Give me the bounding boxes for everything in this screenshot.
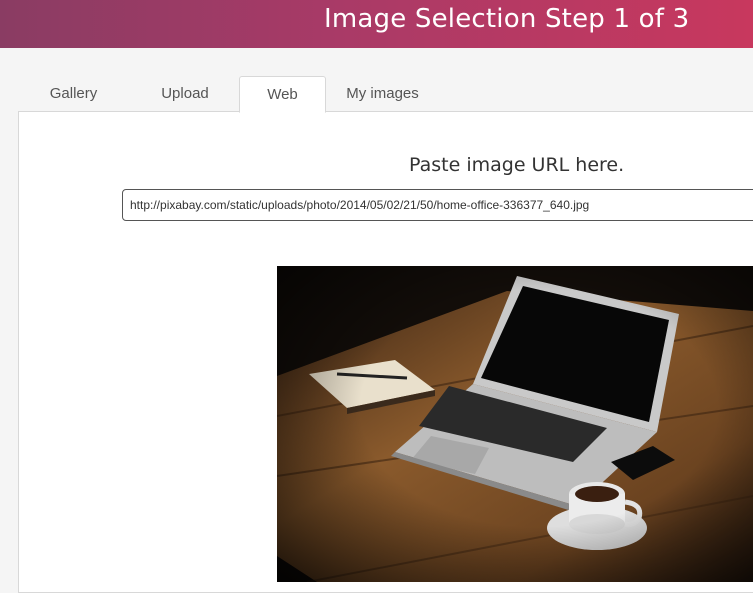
page-title: Image Selection Step 1 of 3 bbox=[324, 4, 690, 34]
header-bar: Image Selection Step 1 of 3 bbox=[0, 0, 753, 48]
tab-web[interactable]: Web bbox=[239, 76, 326, 113]
tab-my-images[interactable]: My images bbox=[325, 76, 440, 111]
laptop-photo bbox=[276, 266, 753, 583]
tab-upload[interactable]: Upload bbox=[130, 76, 240, 111]
paste-url-label: Paste image URL here. bbox=[409, 154, 625, 176]
image-preview bbox=[276, 266, 753, 583]
image-url-input[interactable] bbox=[122, 189, 753, 221]
tab-gallery[interactable]: Gallery bbox=[18, 76, 129, 111]
tab-bar: Gallery Upload Web My images bbox=[18, 76, 753, 113]
